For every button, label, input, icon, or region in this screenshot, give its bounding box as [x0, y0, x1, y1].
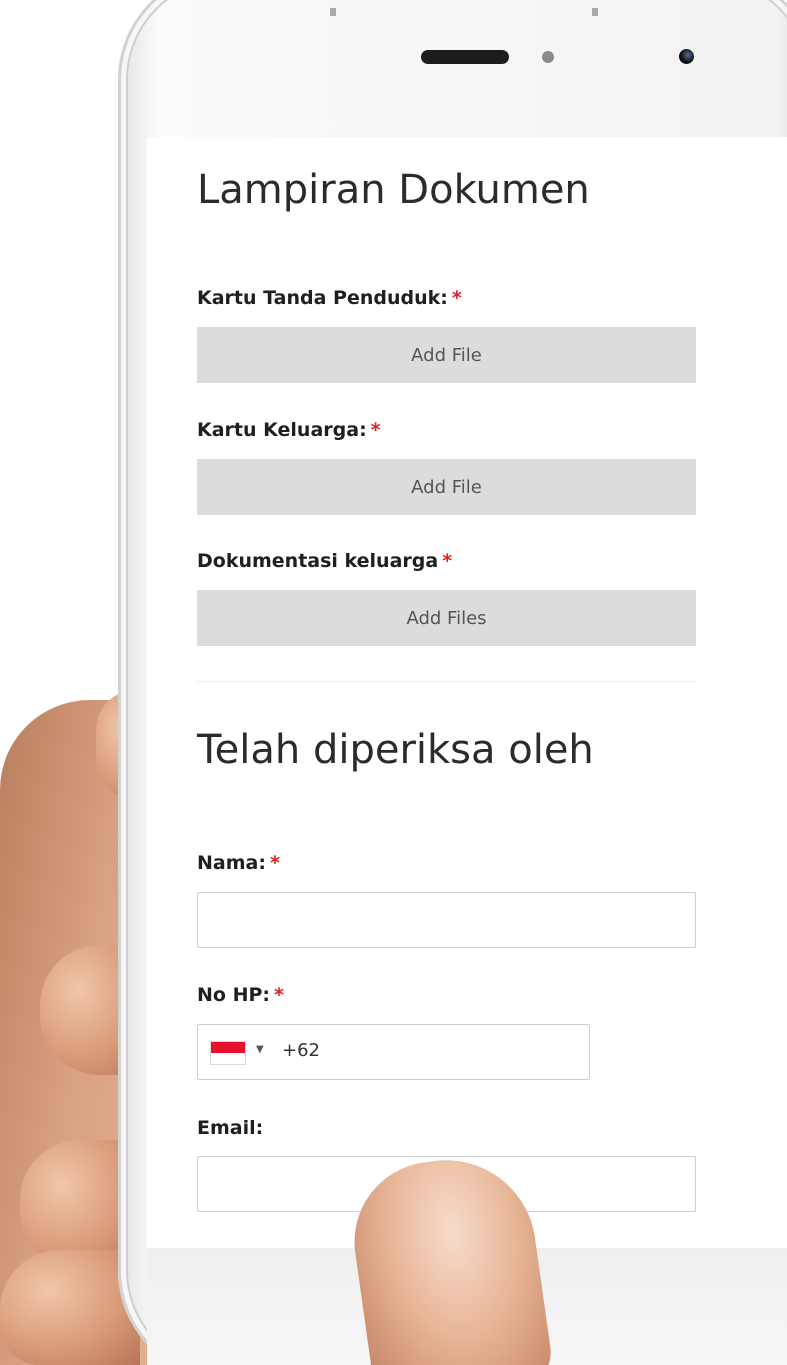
- required-mark: *: [269, 852, 280, 874]
- label-no-hp: No HP: *: [197, 984, 284, 1006]
- stage: Lampiran Dokumen Kartu Tanda Penduduk: * …: [0, 0, 787, 1365]
- phone-screen: Lampiran Dokumen Kartu Tanda Penduduk: * …: [147, 137, 787, 1248]
- label-email: Email:: [197, 1117, 263, 1139]
- phone-number-input[interactable]: ▼ +62: [197, 1024, 590, 1080]
- section-divider: [197, 681, 696, 682]
- label-no-hp-text: No HP:: [197, 984, 270, 1006]
- phone-side-button: [592, 8, 598, 16]
- add-file-kk-button[interactable]: Add File: [197, 459, 696, 515]
- section-title-lampiran: Lampiran Dokumen: [197, 167, 590, 213]
- dial-code: +62: [282, 1040, 320, 1061]
- label-kk: Kartu Keluarga: *: [197, 419, 381, 441]
- indonesia-flag-icon[interactable]: [210, 1041, 246, 1065]
- section-title-diperiksa: Telah diperiksa oleh: [197, 727, 594, 773]
- caret-down-icon[interactable]: ▼: [256, 1044, 264, 1055]
- required-mark: *: [442, 550, 453, 572]
- required-mark: *: [451, 287, 462, 309]
- label-nama-text: Nama:: [197, 852, 266, 874]
- add-files-dokumentasi-button[interactable]: Add Files: [197, 590, 696, 646]
- label-ktp: Kartu Tanda Penduduk: *: [197, 287, 462, 309]
- front-camera-icon: [679, 49, 694, 64]
- label-nama: Nama: *: [197, 852, 280, 874]
- proximity-sensor: [542, 51, 554, 63]
- label-ktp-text: Kartu Tanda Penduduk:: [197, 287, 448, 309]
- label-kk-text: Kartu Keluarga:: [197, 419, 367, 441]
- required-mark: *: [370, 419, 381, 441]
- add-file-ktp-button[interactable]: Add File: [197, 327, 696, 383]
- phone-side-button: [330, 8, 336, 16]
- nama-input[interactable]: [197, 892, 696, 948]
- label-email-text: Email:: [197, 1117, 264, 1139]
- speaker-grille: [421, 50, 509, 64]
- label-dokumentasi-text: Dokumentasi keluarga: [197, 550, 439, 572]
- label-dokumentasi: Dokumentasi keluarga *: [197, 550, 452, 572]
- required-mark: *: [274, 984, 284, 1006]
